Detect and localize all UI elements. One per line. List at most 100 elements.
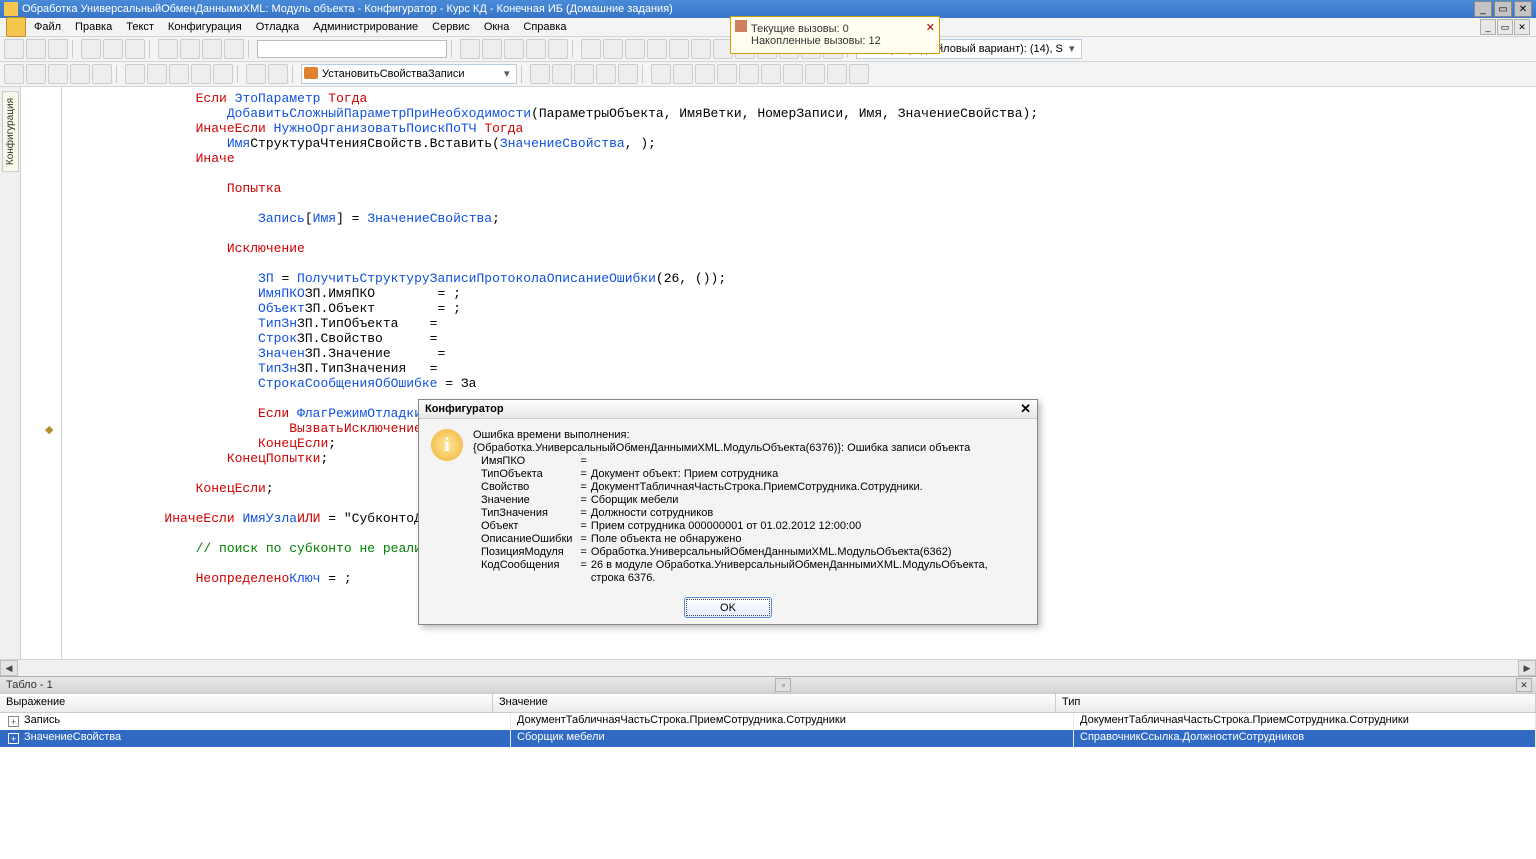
tb2-icon-16[interactable] bbox=[596, 64, 616, 84]
table-row[interactable]: +ЗаписьДокументТабличнаяЧастьСтрока.Прие… bbox=[0, 713, 1536, 730]
menu-debug[interactable]: Отладка bbox=[250, 19, 305, 35]
tb2-icon-11[interactable] bbox=[246, 64, 266, 84]
tb2-icon-18[interactable] bbox=[651, 64, 671, 84]
dialog-title-bar[interactable]: Конфигуратор ✕ bbox=[419, 400, 1037, 419]
tb-icon-2[interactable] bbox=[482, 39, 502, 59]
tb2-icon-3[interactable] bbox=[48, 64, 68, 84]
tb2-icon-8[interactable] bbox=[169, 64, 189, 84]
tb-paste-icon[interactable] bbox=[125, 39, 145, 59]
tb-open-icon[interactable] bbox=[26, 39, 46, 59]
tb2-icon-1[interactable] bbox=[4, 64, 24, 84]
tb2-icon-12[interactable] bbox=[268, 64, 288, 84]
ok-button[interactable]: OK bbox=[684, 597, 772, 618]
maximize-button[interactable]: ▭ bbox=[1494, 1, 1512, 17]
tb-copy-icon[interactable] bbox=[103, 39, 123, 59]
tb2-icon-27[interactable] bbox=[849, 64, 869, 84]
tb-icon-5[interactable] bbox=[548, 39, 568, 59]
tb-new-icon[interactable] bbox=[4, 39, 24, 59]
tb2-icon-21[interactable] bbox=[717, 64, 737, 84]
tb2-icon-10[interactable] bbox=[213, 64, 233, 84]
side-panel: Конфигурация bbox=[0, 87, 21, 659]
tb-cut-icon[interactable] bbox=[81, 39, 101, 59]
tb-search-input[interactable] bbox=[257, 40, 447, 58]
calls-tooltip: Текущие вызовы: 0 Накопленные вызовы: 12… bbox=[730, 16, 940, 54]
menu-service[interactable]: Сервис bbox=[426, 19, 476, 35]
tb2-icon-26[interactable] bbox=[827, 64, 847, 84]
tb2-icon-19[interactable] bbox=[673, 64, 693, 84]
tb2-icon-7[interactable] bbox=[147, 64, 167, 84]
tb2-icon-25[interactable] bbox=[805, 64, 825, 84]
tablo-close-icon[interactable]: ✕ bbox=[1516, 678, 1532, 692]
scroll-right-icon[interactable]: ▶ bbox=[1518, 660, 1536, 676]
tb-icon-8[interactable] bbox=[625, 39, 645, 59]
app-title: Обработка УниверсальныйОбменДаннымиXML: … bbox=[22, 3, 673, 15]
mdi-restore[interactable]: ▭ bbox=[1497, 19, 1513, 35]
expand-icon[interactable]: + bbox=[8, 733, 19, 744]
tb-save-icon[interactable] bbox=[48, 39, 68, 59]
calls-current: Текущие вызовы: 0 bbox=[751, 23, 919, 35]
proc-combo[interactable]: УстановитьСвойстваЗаписи ▾ bbox=[301, 64, 517, 84]
tb2-icon-13[interactable] bbox=[530, 64, 550, 84]
col-value[interactable]: Значение bbox=[493, 694, 1056, 712]
menu-help[interactable]: Справка bbox=[517, 19, 572, 35]
tb2-icon-23[interactable] bbox=[761, 64, 781, 84]
tb2-icon-14[interactable] bbox=[552, 64, 572, 84]
tb2-icon-5[interactable] bbox=[92, 64, 112, 84]
mdi-close[interactable]: ✕ bbox=[1514, 19, 1530, 35]
menu-windows[interactable]: Окна bbox=[478, 19, 516, 35]
close-button[interactable]: ✕ bbox=[1514, 1, 1532, 17]
tb-icon-11[interactable] bbox=[691, 39, 711, 59]
col-type[interactable]: Тип bbox=[1056, 694, 1536, 712]
menu-config[interactable]: Конфигурация bbox=[162, 19, 248, 35]
scroll-track[interactable] bbox=[18, 661, 1518, 675]
tb2-icon-9[interactable] bbox=[191, 64, 211, 84]
tb2-icon-15[interactable] bbox=[574, 64, 594, 84]
separator bbox=[642, 65, 647, 83]
tb-print-icon[interactable] bbox=[158, 39, 178, 59]
menu-text[interactable]: Текст bbox=[120, 19, 160, 35]
proc-badge-icon bbox=[304, 67, 318, 79]
tb-icon-9[interactable] bbox=[647, 39, 667, 59]
tb2-icon-17[interactable] bbox=[618, 64, 638, 84]
editor-hscroll[interactable]: ◀ ▶ bbox=[0, 659, 1536, 676]
tb2-icon-2[interactable] bbox=[26, 64, 46, 84]
tb-icon-7[interactable] bbox=[603, 39, 623, 59]
toolbar-debug: УстановитьСвойстваЗаписи ▾ bbox=[0, 62, 1536, 87]
tablo-header[interactable]: Табло - 1 ▫ ✕ bbox=[0, 676, 1536, 693]
menu-file[interactable]: Файл bbox=[28, 19, 67, 35]
tb-icon-4[interactable] bbox=[526, 39, 546, 59]
tb-icon-6[interactable] bbox=[581, 39, 601, 59]
mdi-minimize[interactable]: _ bbox=[1480, 19, 1496, 35]
calls-close-icon[interactable]: ✕ bbox=[926, 21, 935, 34]
expand-icon[interactable]: + bbox=[8, 716, 19, 727]
separator bbox=[451, 40, 456, 58]
separator bbox=[521, 65, 526, 83]
tb-icon-3[interactable] bbox=[504, 39, 524, 59]
separator bbox=[292, 65, 297, 83]
minimize-button[interactable]: _ bbox=[1474, 1, 1492, 17]
calls-accum: Накопленные вызовы: 12 bbox=[751, 35, 919, 47]
separator bbox=[116, 65, 121, 83]
tb-icon-10[interactable] bbox=[669, 39, 689, 59]
editor-gutter[interactable]: ◆ bbox=[21, 87, 62, 659]
menu-bar: Файл Правка Текст Конфигурация Отладка А… bbox=[0, 18, 1536, 37]
tb-undo-icon[interactable] bbox=[180, 39, 200, 59]
menu-edit[interactable]: Правка bbox=[69, 19, 118, 35]
menu-admin[interactable]: Администрирование bbox=[307, 19, 424, 35]
tb2-icon-6[interactable] bbox=[125, 64, 145, 84]
tb-redo-icon[interactable] bbox=[202, 39, 222, 59]
dialog-close-icon[interactable]: ✕ bbox=[1020, 401, 1031, 417]
scroll-left-icon[interactable]: ◀ bbox=[0, 660, 18, 676]
table-row[interactable]: +ЗначениеСвойстваСборщик мебелиСправочни… bbox=[0, 730, 1536, 747]
error-dialog: Конфигуратор ✕ i Ошибка времени выполнен… bbox=[418, 399, 1038, 625]
col-expression[interactable]: Выражение bbox=[0, 694, 493, 712]
tb2-icon-22[interactable] bbox=[739, 64, 759, 84]
tb-icon-1[interactable] bbox=[460, 39, 480, 59]
tb2-icon-24[interactable] bbox=[783, 64, 803, 84]
app-small-icon bbox=[6, 17, 26, 37]
tb2-icon-4[interactable] bbox=[70, 64, 90, 84]
config-tab[interactable]: Конфигурация bbox=[2, 91, 19, 172]
tb-find-icon[interactable] bbox=[224, 39, 244, 59]
tablo-pin-icon[interactable]: ▫ bbox=[775, 678, 791, 692]
tb2-icon-20[interactable] bbox=[695, 64, 715, 84]
